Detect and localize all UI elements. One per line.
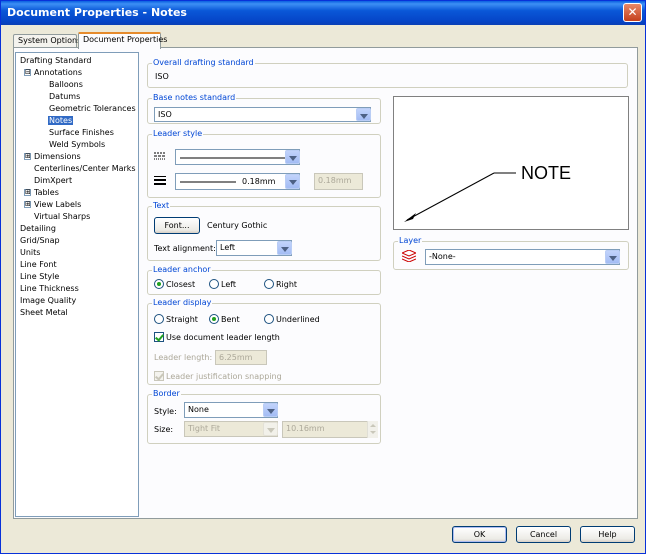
leader-note-graphic <box>404 172 516 222</box>
expand-icon[interactable]: ⊞ <box>24 201 31 208</box>
display-straight-label: Straight <box>166 315 198 324</box>
expand-icon[interactable]: ⊞ <box>24 153 31 160</box>
tree-item-line-thickness[interactable]: Line Thickness <box>20 283 79 294</box>
custom-thickness-input[interactable]: 0.18mm <box>314 173 363 190</box>
leader-anchor-group: Leader anchor Closest Left Right <box>147 265 381 295</box>
leader-style-group: Leader style 0.18mm 0.18mm <box>147 129 381 198</box>
border-size-input[interactable]: 10.16mm <box>282 421 378 438</box>
cancel-button[interactable]: Cancel <box>516 526 571 543</box>
group-title: Leader display <box>152 298 213 307</box>
tree-item-line-style[interactable]: Line Style <box>20 271 59 282</box>
note-preview-text: NOTE <box>521 163 572 183</box>
window-title: Document Properties - Notes <box>7 6 187 19</box>
solid-line-preview <box>180 157 286 159</box>
tree-item-grid-snap[interactable]: Grid/Snap <box>20 235 60 246</box>
leader-length-label: Leader length: <box>154 353 213 362</box>
options-tree[interactable]: Drafting Standard ⊟ Annotations Balloons… <box>15 52 139 517</box>
use-document-leader-length-label: Use document leader length <box>166 333 280 342</box>
tree-item-drafting-standard[interactable]: Drafting Standard <box>20 55 91 66</box>
tree-item-tables[interactable]: Tables <box>34 187 59 198</box>
chevron-down-icon[interactable] <box>277 241 292 255</box>
group-title: Layer <box>398 236 423 245</box>
tree-item-centerlines[interactable]: Centerlines/Center Marks <box>34 163 136 174</box>
anchor-left-label: Left <box>221 280 237 289</box>
border-size-label: Size: <box>154 425 174 434</box>
group-title: Overall drafting standard <box>152 58 255 67</box>
chevron-down-icon[interactable] <box>285 174 300 189</box>
display-bent-label: Bent <box>221 315 240 324</box>
text-alignment-label: Text alignment: <box>154 244 216 253</box>
base-notes-select[interactable]: ISO <box>154 107 371 122</box>
layers-icon <box>402 250 416 262</box>
layer-select[interactable]: -None- <box>425 249 620 265</box>
anchor-right-radio[interactable] <box>264 279 274 289</box>
tree-item-balloons[interactable]: Balloons <box>49 79 83 90</box>
help-button[interactable]: Help <box>580 526 635 543</box>
tab-document-properties[interactable]: Document Properties <box>78 32 167 49</box>
line-thickness-select[interactable]: 0.18mm <box>175 173 300 190</box>
tree-item-units[interactable]: Units <box>20 247 40 258</box>
display-bent-radio[interactable] <box>209 314 219 324</box>
chevron-down-icon[interactable] <box>263 403 278 417</box>
anchor-closest-label: Closest <box>166 280 196 289</box>
chevron-down-icon[interactable] <box>605 250 620 264</box>
base-notes-standard-group: Base notes standard ISO <box>147 93 381 124</box>
collapse-icon[interactable]: ⊟ <box>24 69 31 76</box>
line-style-icon <box>154 152 166 160</box>
font-name: Century Gothic <box>207 221 268 230</box>
anchor-right-label: Right <box>276 280 298 289</box>
group-title: Border <box>152 389 181 398</box>
leader-length-input[interactable]: 6.25mm <box>215 350 267 365</box>
text-group: Text Font... Century Gothic Text alignme… <box>147 201 381 261</box>
tree-item-geometric-tolerances[interactable]: Geometric Tolerances <box>49 103 136 114</box>
tree-item-surface-finishes[interactable]: Surface Finishes <box>49 127 114 138</box>
chevron-down-icon[interactable] <box>356 108 371 121</box>
overall-standard-value: ISO <box>155 72 169 81</box>
group-title: Base notes standard <box>152 93 237 102</box>
tree-item-sheet-metal[interactable]: Sheet Metal <box>20 307 68 318</box>
line-thickness-value: 0.18mm <box>242 177 276 186</box>
tree-item-view-labels[interactable]: View Labels <box>34 199 81 210</box>
tree-item-notes[interactable]: Notes <box>48 115 74 126</box>
group-title: Leader style <box>152 129 204 138</box>
border-style-label: Style: <box>154 407 177 416</box>
tree-item-dimxpert[interactable]: DimXpert <box>34 175 72 186</box>
thickness-line-preview <box>180 181 236 183</box>
anchor-left-radio[interactable] <box>209 279 219 289</box>
display-underlined-label: Underlined <box>276 315 320 324</box>
leader-display-group: Leader display Straight Bent Underlined … <box>147 298 381 385</box>
tree-item-dimensions[interactable]: Dimensions <box>34 151 81 162</box>
overall-drafting-standard-group: Overall drafting standard ISO <box>147 58 628 88</box>
group-title: Text <box>152 201 171 210</box>
use-document-leader-length-checkbox[interactable] <box>154 332 164 342</box>
tree-item-weld-symbols[interactable]: Weld Symbols <box>49 139 105 150</box>
tree-item-datums[interactable]: Datums <box>49 91 80 102</box>
layer-group: Layer -None- <box>393 236 629 270</box>
leader-justification-snapping-label: Leader justification snapping <box>166 372 282 381</box>
tree-item-detailing[interactable]: Detailing <box>20 223 56 234</box>
border-group: Border Style: None Size: Tight Fit 10.16… <box>147 389 381 444</box>
ok-button[interactable]: OK <box>452 526 507 543</box>
chevron-down-icon[interactable] <box>285 150 300 164</box>
leader-justification-snapping-checkbox[interactable] <box>154 371 164 381</box>
line-style-select[interactable] <box>175 149 300 165</box>
close-icon: ✕ <box>627 5 638 19</box>
group-title: Leader anchor <box>152 265 212 274</box>
title-bar: Document Properties - Notes ✕ <box>1 1 645 25</box>
font-button[interactable]: Font... <box>154 217 200 234</box>
document-properties-dialog: Document Properties - Notes ✕ System Opt… <box>0 0 646 554</box>
display-straight-radio[interactable] <box>154 314 164 324</box>
display-underlined-radio[interactable] <box>264 314 274 324</box>
close-button[interactable]: ✕ <box>623 3 642 22</box>
anchor-closest-radio[interactable] <box>154 279 164 289</box>
tree-item-image-quality[interactable]: Image Quality <box>20 295 76 306</box>
expand-icon[interactable]: ⊞ <box>24 189 31 196</box>
note-preview: NOTE <box>393 96 629 230</box>
spinner-icon[interactable] <box>367 421 378 438</box>
tree-item-annotations[interactable]: Annotations <box>34 67 82 78</box>
tree-item-virtual-sharps[interactable]: Virtual Sharps <box>34 211 90 222</box>
tree-item-line-font[interactable]: Line Font <box>20 259 57 270</box>
chevron-down-icon[interactable] <box>263 422 278 436</box>
line-thickness-icon <box>154 176 166 185</box>
